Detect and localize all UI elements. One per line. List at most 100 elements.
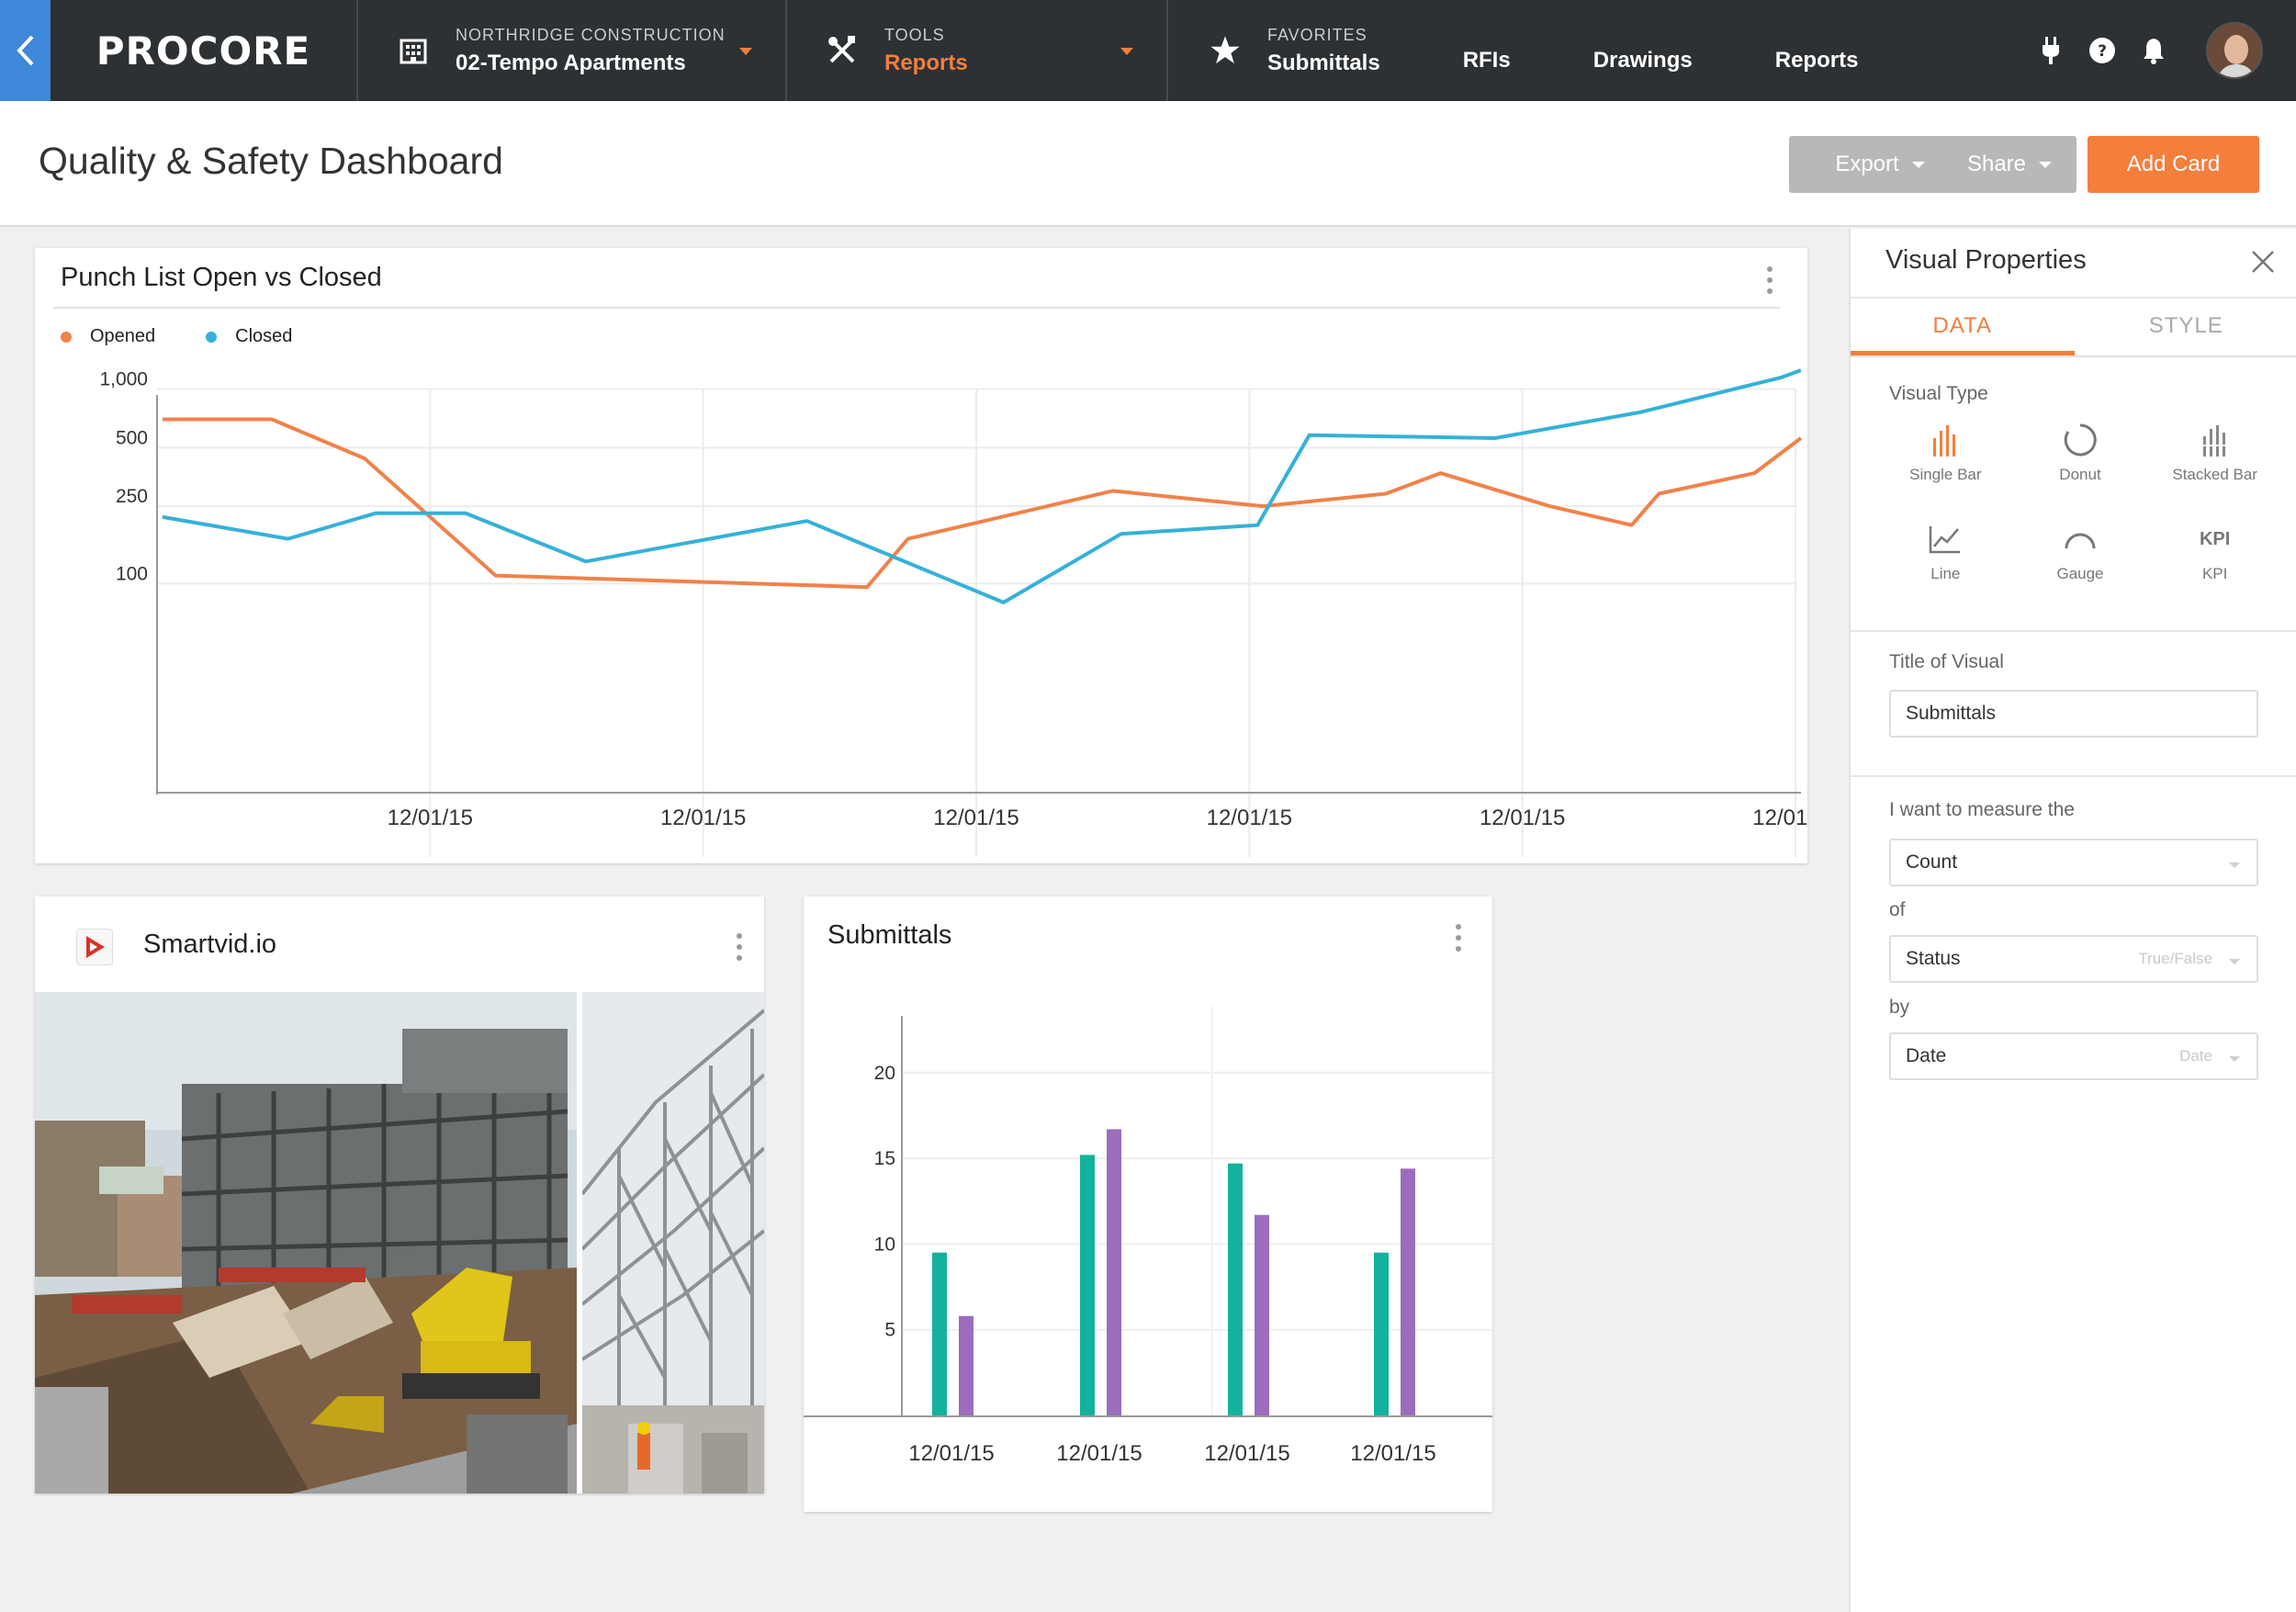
y-tick-label: 15 [874,1148,895,1169]
close-icon[interactable] [2250,249,2276,275]
punch-list-line-chart: 100 250 500 1,000 12/01/15 12/01/15 12/01/15 12… [99,368,1807,857]
series-line-opened [162,417,1803,590]
y-tick-label: 1,000 [99,369,148,390]
share-label: Share [1966,152,2027,176]
favorite-link-submittals[interactable]: Submittals [1267,51,1380,76]
svg-text:?: ? [2098,42,2107,61]
favorites-label: FAVORITES [1267,25,1367,44]
bar [932,1252,947,1415]
favorites-bar: FAVORITES Submittals RFIs Drawings Repor… [1168,0,1858,101]
visual-type-line[interactable]: Line [1878,521,2013,583]
add-card-label: Add Card [2126,152,2221,176]
card-title: Smartvid.io [143,930,277,959]
by-select[interactable]: Date Date [1889,1032,2258,1080]
tools-value: Reports [884,50,968,75]
chevron-down-icon [2229,1056,2240,1062]
building-icon [395,32,432,69]
x-tick-label: 12/01/15 [660,806,746,830]
title-of-visual-input[interactable]: Submittals [1889,690,2258,738]
bell-icon[interactable] [2138,35,2169,66]
visual-type-label: Line [1930,565,1961,582]
y-tick-label: 500 [116,427,148,448]
line-chart-icon [1927,521,1964,558]
favorite-link-drawings[interactable]: Drawings [1593,48,1693,73]
bar [959,1315,974,1415]
chevron-down-icon [2039,161,2053,168]
plug-icon[interactable] [2035,35,2066,66]
of-select[interactable]: Status True/False [1889,935,2258,983]
by-value: Date [1906,1045,1947,1066]
by-label: by [1889,997,1910,1018]
y-tick-label: 20 [874,1063,895,1084]
bar [1107,1129,1121,1415]
bar [1255,1214,1269,1415]
y-tick-label: 10 [874,1234,895,1255]
bar [1080,1155,1095,1415]
x-tick-label: 12/01/15 [1752,806,1807,830]
x-tick-label: 12/01/15 [908,1441,994,1466]
page-header: Quality & Safety Dashboard Export Share … [0,101,2296,227]
chevron-down-icon [1120,48,1133,55]
add-card-button[interactable]: Add Card [2088,136,2259,193]
visual-type-grid: Single Bar Donut Stacked Bar Line Gauge [1878,422,2282,583]
panel-title: Visual Properties [1885,245,2087,275]
x-tick-label: 12/01/15 [1480,806,1565,830]
favorite-link-reports[interactable]: Reports [1775,48,1859,73]
visual-type-single-bar[interactable]: Single Bar [1878,422,2013,484]
card-menu-icon[interactable] [737,933,742,961]
tab-data[interactable]: DATA [1851,299,2075,355]
user-avatar[interactable] [2206,22,2263,79]
measure-select[interactable]: Count [1889,839,2258,886]
tab-style[interactable]: STYLE [2075,299,2296,355]
visual-type-kpi[interactable]: KPI KPI [2147,521,2282,583]
y-tick-label: 5 [884,1320,895,1341]
visual-type-label: Stacked Bar [2172,466,2257,483]
single-bar-icon [1927,422,1964,458]
chevron-down-icon [739,48,752,55]
back-button[interactable] [0,0,51,101]
help-icon[interactable]: ? [2087,35,2118,66]
project-selector[interactable]: NORTHRIDGE CONSTRUCTION 02-Tempo Apartme… [358,0,787,101]
visual-type-label: Single Bar [1909,466,1982,483]
kpi-icon: KPI [2199,528,2231,549]
measure-label: I want to measure the [1889,799,2075,820]
project-name: 02-Tempo Apartments [456,50,686,75]
visual-type-stacked-bar[interactable]: Stacked Bar [2147,422,2282,484]
smartvid-logo-icon [76,929,113,965]
construction-site-photo[interactable] [35,992,577,1494]
gauge-icon [2062,521,2099,558]
title-of-visual-value: Submittals [1906,703,1997,724]
visual-type-label: Donut [2059,466,2101,483]
visual-properties-panel: Visual Properties DATA STYLE Visual Type… [1849,229,2296,1612]
x-tick-label: 12/01/15 [1350,1441,1435,1466]
donut-icon [2062,422,2099,458]
share-button[interactable]: Share [1942,136,2077,193]
star-icon [1207,32,1244,69]
x-tick-label: 12/01/15 [1056,1441,1142,1466]
visual-type-label: KPI [2201,565,2228,582]
smartvid-card: Smartvid.io [35,896,764,1494]
page-title: Quality & Safety Dashboard [39,140,503,182]
visual-type-donut[interactable]: Donut [2013,422,2148,484]
y-tick-label: 250 [116,486,148,507]
panel-tabs: DATA STYLE [1851,297,2296,357]
bar [1228,1163,1243,1415]
x-tick-label: 12/01/15 [1207,806,1292,830]
visual-type-label: Gauge [2056,565,2104,582]
favorite-link-rfis[interactable]: RFIs [1463,48,1511,73]
chevron-down-icon [1911,161,1925,168]
export-label: Export [1835,152,1899,176]
visual-type-label: Visual Type [1889,383,1988,404]
tools-selector[interactable]: TOOLS Reports [787,0,1168,101]
of-hint: True/False [2138,950,2212,967]
visual-type-gauge[interactable]: Gauge [2013,521,2148,583]
of-value: Status [1906,948,1961,969]
y-tick-label: 100 [116,563,148,584]
tools-icon [824,32,861,69]
chevron-down-icon [2229,862,2240,868]
logo-cell[interactable]: PROCORE [51,0,358,101]
series-line-closed [162,368,1802,604]
top-navigation: PROCORE NORTHRIDGE CONSTRUCTION 02-Tempo… [0,0,2296,101]
steel-frame-photo[interactable] [582,992,764,1494]
x-tick-label: 12/01/15 [1204,1441,1289,1466]
